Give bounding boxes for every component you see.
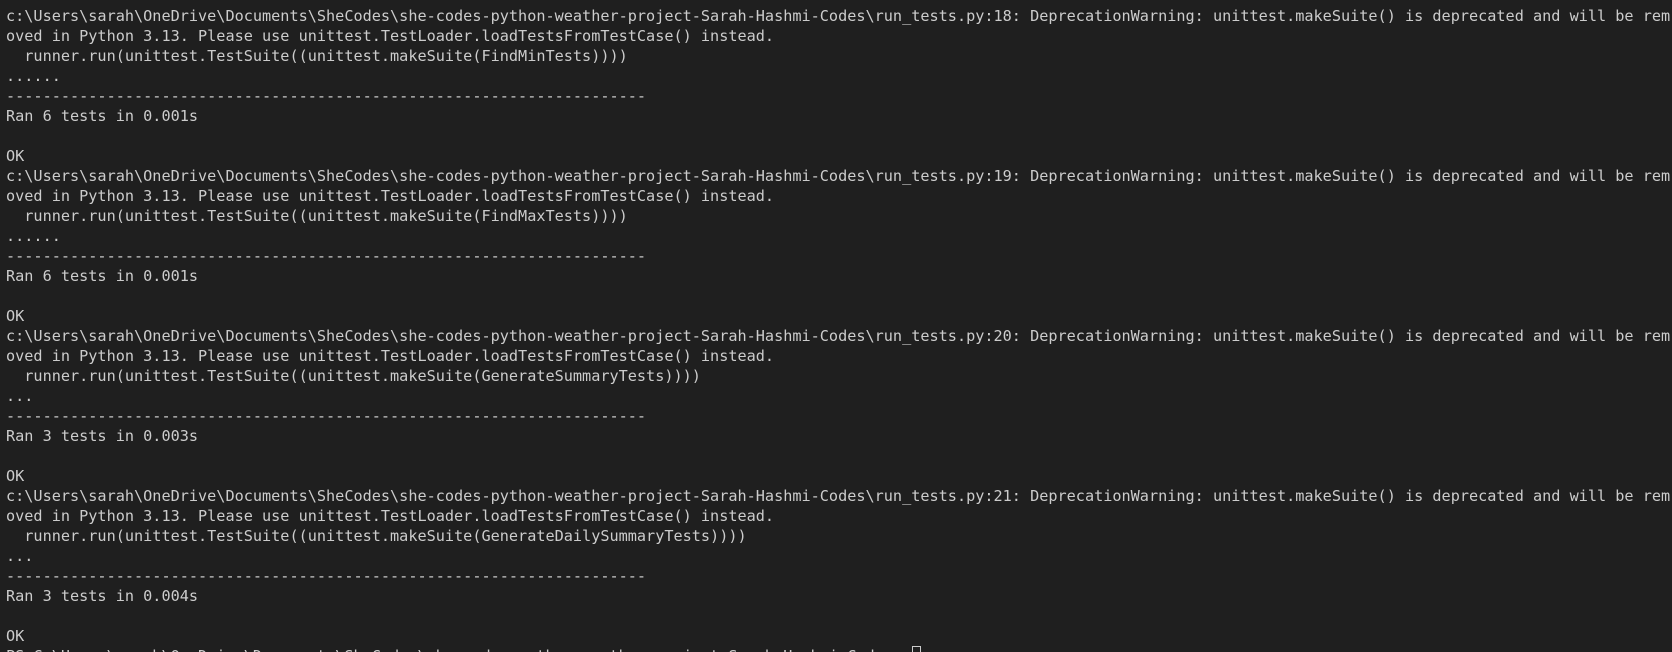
terminal-line: c:\Users\sarah\OneDrive\Documents\SheCod… bbox=[6, 327, 1671, 345]
terminal-line: oved in Python 3.13. Please use unittest… bbox=[6, 187, 775, 205]
terminal-line: oved in Python 3.13. Please use unittest… bbox=[6, 27, 775, 45]
terminal-prompt: PS C:\Users\sarah\OneDrive\Documents\She… bbox=[6, 647, 911, 652]
terminal-line: ... bbox=[6, 387, 34, 405]
terminal-line: ----------------------------------------… bbox=[6, 87, 647, 105]
terminal-line: OK bbox=[6, 147, 25, 165]
terminal-line: Ran 6 tests in 0.001s bbox=[6, 107, 199, 125]
terminal-line: oved in Python 3.13. Please use unittest… bbox=[6, 507, 775, 525]
terminal-line: Ran 3 tests in 0.003s bbox=[6, 427, 199, 445]
terminal-line: Ran 3 tests in 0.004s bbox=[6, 587, 199, 605]
terminal-line: ----------------------------------------… bbox=[6, 407, 647, 425]
terminal-line: Ran 6 tests in 0.001s bbox=[6, 267, 199, 285]
terminal-line: OK bbox=[6, 307, 25, 325]
terminal-line: runner.run(unittest.TestSuite((unittest.… bbox=[6, 367, 701, 385]
terminal-line: ----------------------------------------… bbox=[6, 247, 647, 265]
terminal-line: OK bbox=[6, 467, 25, 485]
terminal-line: c:\Users\sarah\OneDrive\Documents\SheCod… bbox=[6, 167, 1671, 185]
text-cursor bbox=[912, 646, 922, 652]
terminal-prompt-line[interactable]: PS C:\Users\sarah\OneDrive\Documents\She… bbox=[6, 646, 1672, 652]
terminal-output: c:\Users\sarah\OneDrive\Documents\SheCod… bbox=[6, 6, 1672, 652]
terminal-line: ...... bbox=[6, 227, 61, 245]
terminal-line: ----------------------------------------… bbox=[6, 567, 647, 585]
terminal-line: OK bbox=[6, 627, 25, 645]
terminal-line: ... bbox=[6, 547, 34, 565]
terminal-line: oved in Python 3.13. Please use unittest… bbox=[6, 347, 775, 365]
terminal-panel[interactable]: c:\Users\sarah\OneDrive\Documents\SheCod… bbox=[0, 0, 1672, 652]
terminal-line: runner.run(unittest.TestSuite((unittest.… bbox=[6, 207, 628, 225]
terminal-line: runner.run(unittest.TestSuite((unittest.… bbox=[6, 47, 628, 65]
terminal-line: ...... bbox=[6, 67, 61, 85]
terminal-line: runner.run(unittest.TestSuite((unittest.… bbox=[6, 527, 747, 545]
terminal-line: c:\Users\sarah\OneDrive\Documents\SheCod… bbox=[6, 7, 1671, 25]
terminal-line: c:\Users\sarah\OneDrive\Documents\SheCod… bbox=[6, 487, 1671, 505]
